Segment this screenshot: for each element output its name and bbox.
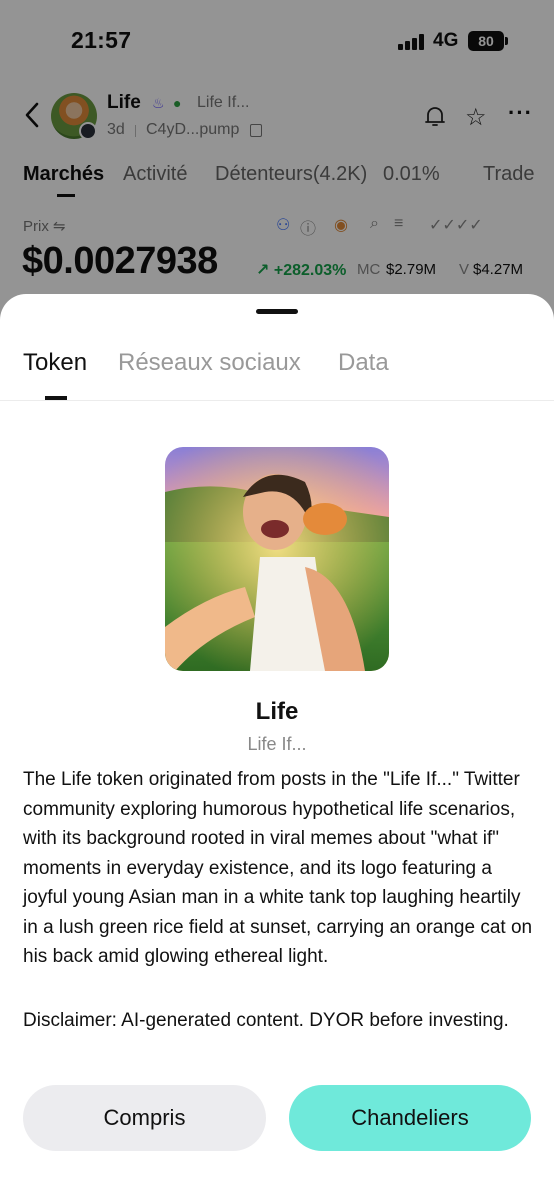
tab-data[interactable]: Data <box>338 349 389 377</box>
token-subtitle-sheet: Life If... <box>247 734 307 754</box>
token-info-sheet: Token Réseaux sociaux Data Life Life If.… <box>0 294 554 1200</box>
sheet-tabs: Token Réseaux sociaux Data <box>0 346 554 386</box>
compris-button[interactable]: Compris <box>23 1085 266 1151</box>
token-logo-image <box>165 447 389 671</box>
disclaimer-text: Disclaimer: AI-generated content. DYOR b… <box>23 1010 509 1031</box>
token-title: Life <box>255 698 299 725</box>
tab-reseaux-sociaux[interactable]: Réseaux sociaux <box>118 349 301 377</box>
token-description: The Life token originated from posts in … <box>23 769 533 967</box>
sheet-handle[interactable] <box>256 309 298 314</box>
sheet-divider <box>0 400 554 401</box>
chandeliers-button[interactable]: Chandeliers <box>289 1085 531 1151</box>
tab-token[interactable]: Token <box>23 349 87 377</box>
